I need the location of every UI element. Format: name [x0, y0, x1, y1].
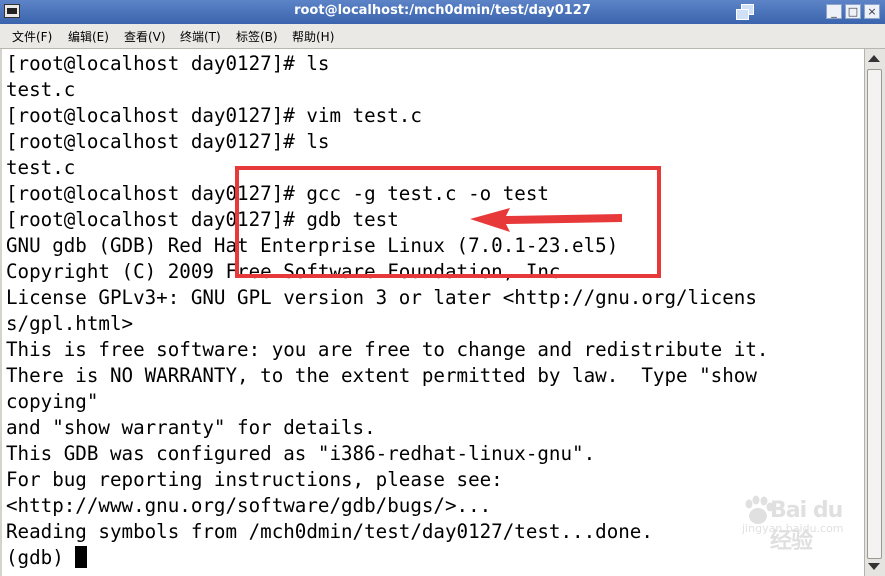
vertical-scrollbar[interactable] — [864, 49, 885, 576]
scrollbar-thumb[interactable] — [867, 69, 882, 559]
scroll-up-icon[interactable] — [868, 55, 880, 62]
scroll-down-icon[interactable] — [868, 563, 880, 570]
annotation-arrow-icon — [470, 208, 622, 232]
watermark-url: jingyan.baidu.com — [742, 522, 844, 535]
baidu-watermark: Bai du 经验 jingyan.baidu.com — [740, 492, 860, 554]
